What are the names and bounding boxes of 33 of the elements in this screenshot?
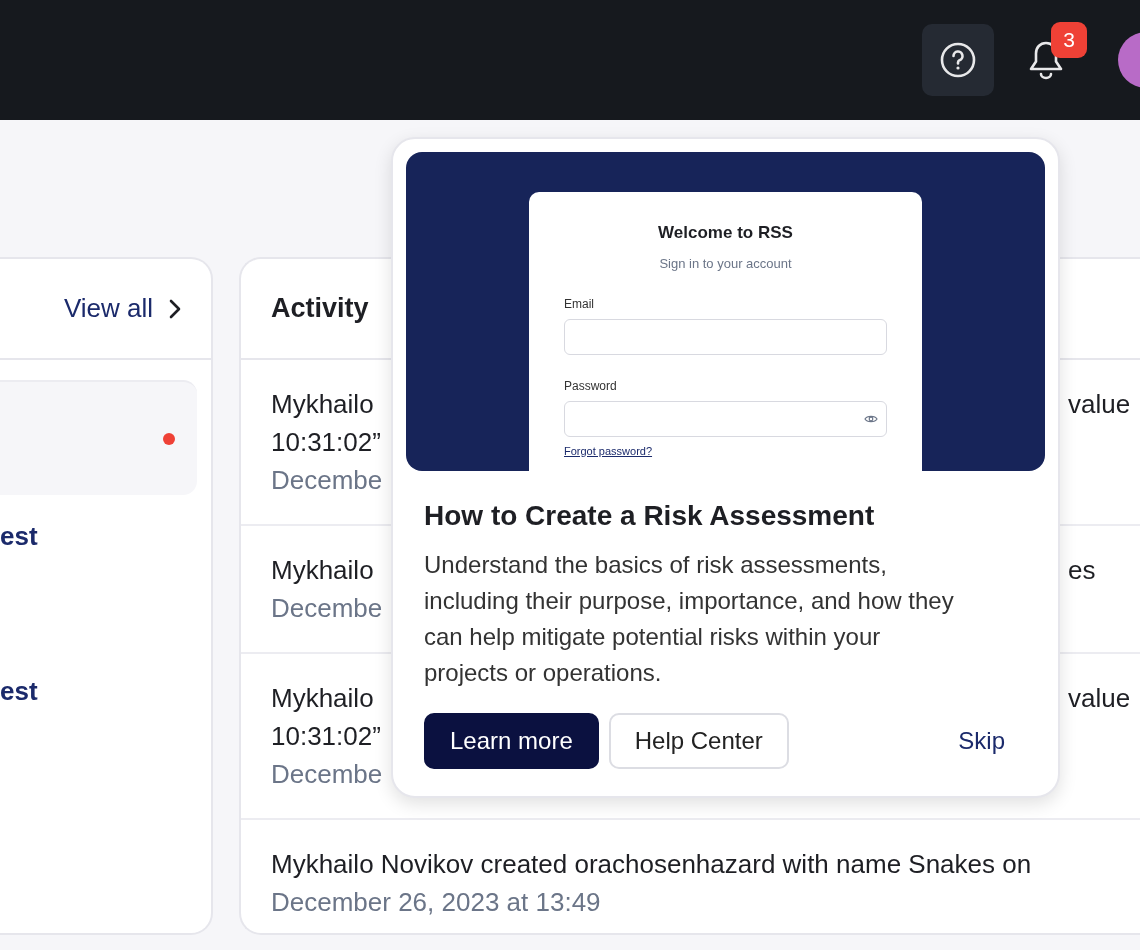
popover-description: Understand the basics of risk assessments, including their purpose, importance, and how they can help mitigate potential risks within your projects or operations.: [424, 550, 955, 688]
card-title: Activity: [271, 292, 369, 326]
login-heading: Welcome to RSS: [657, 222, 794, 244]
forgot-password-link[interactable]: Forgot password?: [564, 443, 653, 460]
popover-title: How to Create a Risk Assessment: [424, 499, 876, 533]
view-all-link[interactable]: View all: [63, 289, 153, 328]
item-title[interactable]: est: [0, 521, 38, 551]
activity-text: es: [1068, 555, 1096, 585]
activity-text: value: [1068, 683, 1131, 713]
activity-text: Mykhailo 10:31:02”: [271, 388, 382, 459]
activity-date: Decembe: [271, 758, 383, 791]
activity-text: Mykhailo 10:31:02”: [271, 682, 382, 753]
item-title[interactable]: est: [0, 676, 38, 706]
help-icon: [939, 41, 977, 79]
notification-count: 3: [1051, 22, 1087, 58]
activity-date: Decembe: [271, 592, 383, 625]
activity-date: December 26, 2023 at 13:49: [271, 886, 602, 919]
eye-icon[interactable]: [864, 414, 878, 424]
help-button[interactable]: [922, 24, 994, 96]
help-center-button[interactable]: Help Center: [608, 713, 789, 769]
activity-date: Decembe: [271, 464, 383, 497]
notification-bell-icon[interactable]: [1028, 40, 1064, 80]
chevron-right-icon[interactable]: [169, 298, 181, 319]
skip-link[interactable]: Skip: [958, 713, 1005, 769]
activity-text: Mykhailo Novikov created orachosenhazard with name Snakes on: [271, 848, 1032, 881]
activity-text: Mykhailo: [271, 554, 375, 587]
field-label: Password: [564, 378, 618, 395]
learn-more-button[interactable]: Learn more: [424, 713, 599, 769]
login-subheading: Sign in to your account: [658, 254, 793, 273]
input-field[interactable]: [564, 319, 887, 355]
activity-text: value: [1068, 389, 1131, 419]
input-field[interactable]: [564, 401, 887, 437]
field-label: Email: [564, 296, 595, 313]
